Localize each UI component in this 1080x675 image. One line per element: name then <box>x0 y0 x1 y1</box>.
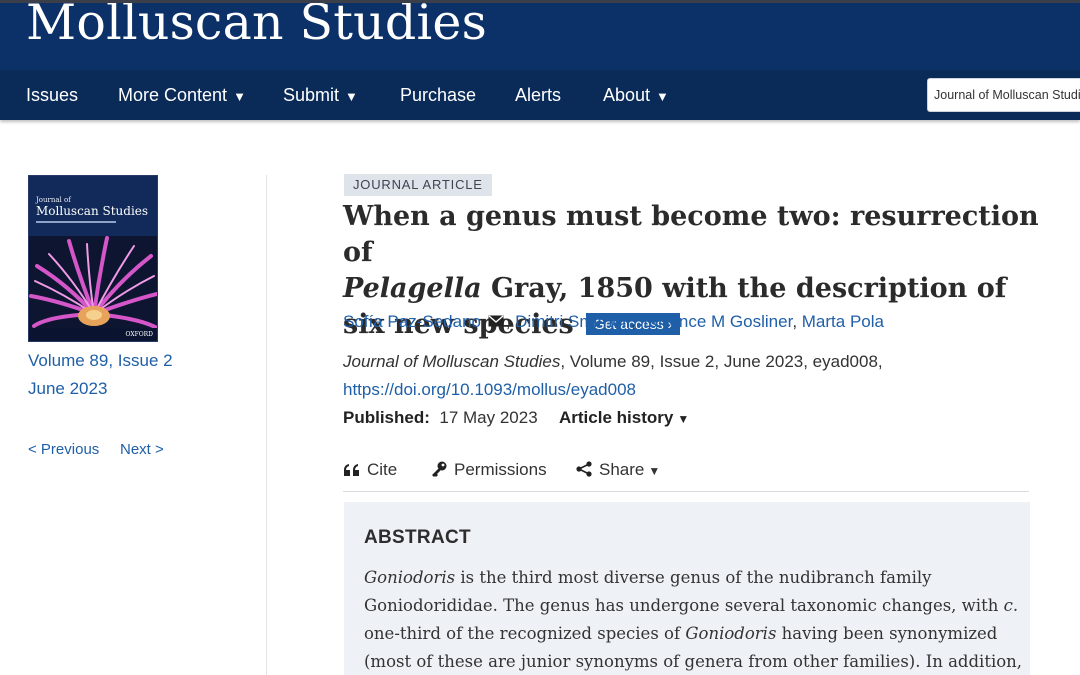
abstract-line-2: Goniodorididae. The genus has undergone … <box>364 596 1004 615</box>
circa-italic: c. <box>1003 596 1019 615</box>
issue-cover-image[interactable]: Journal of Molluscan Studies OXFORD <box>28 175 158 342</box>
abstract-line: Goniodoris is the third most diverse gen… <box>364 564 1014 592</box>
nav-more-content[interactable]: More Content ▼ <box>118 70 246 120</box>
author-link[interactable]: Terrence M Gosliner <box>640 312 792 331</box>
nav-about[interactable]: About ▼ <box>603 70 669 120</box>
cite-button[interactable]: Cite <box>343 460 397 480</box>
journal-search-select[interactable]: Journal of Molluscan Studies <box>927 78 1080 112</box>
published-label: Published: <box>343 408 430 427</box>
previous-issue-link[interactable]: < Previous <box>28 441 99 458</box>
main-navigation: Issues More Content ▼ Submit ▼ Purchase Al… <box>0 70 1080 120</box>
author-separator: , <box>505 312 516 331</box>
abstract-panel: ABSTRACT Goniodoris is the third most di… <box>344 502 1030 675</box>
nav-issues[interactable]: Issues <box>26 70 78 120</box>
article-type-tag: JOURNAL ARTICLE <box>344 174 492 196</box>
cite-label: Cite <box>367 460 398 479</box>
citation-line: Journal of Molluscan Studies, Volume 89,… <box>343 352 883 372</box>
next-issue-link[interactable]: Next > <box>120 441 164 458</box>
cover-publisher: OXFORD <box>125 331 154 338</box>
nav-alerts[interactable]: Alerts <box>515 70 561 120</box>
nav-submit[interactable]: Submit ▼ <box>283 70 358 120</box>
sea-anemone-illustration <box>29 236 157 331</box>
cover-journal-title: Molluscan Studies <box>36 204 149 218</box>
cover-footer: OXFORD <box>29 328 157 341</box>
nav-submit-label: Submit <box>283 85 340 105</box>
genus-italic: Goniodoris <box>364 568 456 587</box>
share-label: Share <box>599 460 645 479</box>
caret-down-icon: ▼ <box>233 89 246 104</box>
abstract-text: Goniodoris is the third most diverse gen… <box>364 564 1023 675</box>
citation-details: , Volume 89, Issue 2, June 2023, eyad008… <box>560 352 883 371</box>
journal-brand-title[interactable]: Molluscan Studies <box>26 3 487 51</box>
author-link[interactable]: Marta Pola <box>802 312 884 331</box>
article-history-label: Article history <box>559 408 674 427</box>
caret-down-icon: ▼ <box>648 464 661 478</box>
column-divider <box>266 175 267 675</box>
share-icon <box>576 461 592 477</box>
share-button[interactable]: Share ▼ <box>575 460 660 480</box>
key-icon <box>432 461 447 477</box>
citation-journal: Journal of Molluscan Studies <box>343 352 561 371</box>
author-link[interactable]: Dimitri Smirnoff <box>515 312 631 331</box>
abstract-line-3: one-third of the recognized species of <box>364 624 686 643</box>
caret-down-icon: ▼ <box>345 89 358 104</box>
abstract-line: one-third of the recognized species of G… <box>364 620 1014 648</box>
abstract-line-1: is the third most diverse genus of the n… <box>455 568 932 587</box>
abstract-line: (most of these are junior synonyms of ge… <box>364 652 1023 671</box>
nav-alerts-label: Alerts <box>515 85 562 105</box>
caret-down-icon: ▼ <box>677 412 690 426</box>
published-info: Published: 17 May 2023 <box>343 408 538 428</box>
volume-issue-link[interactable]: Volume 89, Issue 2 <box>28 351 173 371</box>
abstract-heading: ABSTRACT <box>364 527 471 548</box>
abstract-line-3-rest: having been synonymized <box>776 624 998 643</box>
cover-rule <box>36 221 116 223</box>
title-part-1: When a genus must become two: resurrecti… <box>343 201 1039 268</box>
author-separator: , <box>792 312 802 331</box>
nav-about-label: About <box>603 85 651 105</box>
issue-date-link[interactable]: June 2023 <box>28 379 107 399</box>
nav-purchase[interactable]: Purchase <box>400 70 476 120</box>
doi-link[interactable]: https://doi.org/10.1093/mollus/eyad008 <box>343 380 636 400</box>
permissions-label: Permissions <box>454 460 547 479</box>
quote-icon <box>344 464 359 476</box>
nav-more-content-label: More Content <box>118 85 228 105</box>
envelope-icon[interactable] <box>488 315 504 327</box>
cover-journal-small: Journal of <box>36 196 71 204</box>
author-list: Sofía Paz-Sedano , Dimitri Smirnoff, Ter… <box>343 312 884 332</box>
permissions-button[interactable]: Permissions <box>430 460 547 480</box>
author-separator: , <box>631 312 641 331</box>
journal-banner: Molluscan Studies <box>0 3 1080 70</box>
article-history-toggle[interactable]: Article history ▼ <box>559 408 689 428</box>
cover-header: Journal of Molluscan Studies <box>29 176 157 238</box>
author-link[interactable]: Sofía Paz-Sedano <box>343 312 481 331</box>
published-date: 17 May 2023 <box>439 408 538 427</box>
nav-issues-label: Issues <box>26 85 79 105</box>
nav-purchase-label: Purchase <box>400 85 477 105</box>
caret-down-icon: ▼ <box>656 89 669 104</box>
abstract-line: Goniodorididae. The genus has undergone … <box>364 592 1018 620</box>
title-genus-italic: Pelagella <box>343 273 482 304</box>
tools-divider <box>343 491 1029 492</box>
genus-italic: Goniodoris <box>685 624 777 643</box>
